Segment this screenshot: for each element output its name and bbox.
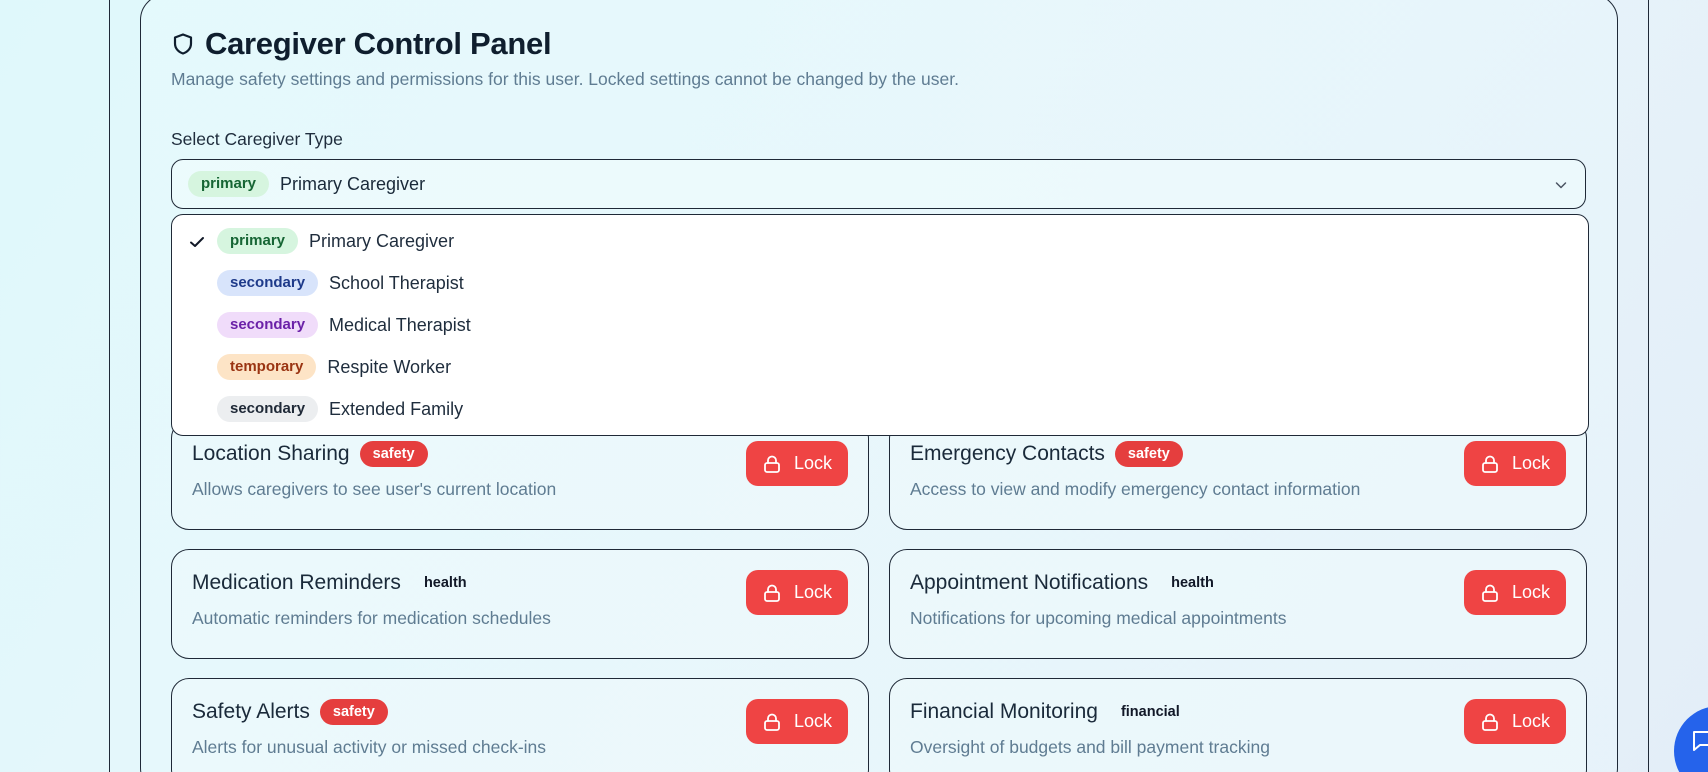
setting-card-emergency-contacts: Emergency Contacts safety Access to view… (889, 420, 1587, 530)
lock-button-label: Lock (1511, 453, 1551, 473)
lock-button[interactable]: Lock (746, 441, 848, 486)
option-badge: temporary (217, 354, 317, 380)
caregiver-type-dropdown: primary Primary Caregiver secondary Scho… (171, 214, 1589, 436)
setting-description: Notifications for upcoming medical appoi… (910, 608, 1287, 628)
option-extended-family[interactable]: secondary Extended Family (217, 396, 463, 422)
setting-description: Alerts for unusual activity or missed ch… (192, 737, 547, 757)
setting-title: Safety Alerts (192, 700, 310, 723)
lock-icon (1482, 455, 1498, 473)
category-tag: safety (1114, 441, 1183, 467)
lock-icon (764, 455, 780, 473)
lock-button-label: Lock (1511, 711, 1551, 731)
setting-title: Appointment Notifications (910, 571, 1149, 594)
setting-title: Location Sharing (192, 442, 350, 465)
selected-caregiver-value: Primary Caregiver (280, 173, 426, 194)
lock-button-label: Lock (793, 711, 833, 731)
setting-card-location-sharing: Location Sharing safety Allows caregiver… (171, 420, 869, 530)
page-title: Caregiver Control Panel (205, 26, 552, 61)
lock-button[interactable]: Lock (746, 570, 848, 615)
chat-button[interactable] (1674, 706, 1708, 772)
lock-button-label: Lock (793, 453, 833, 473)
option-label: Extended Family (329, 398, 464, 419)
option-label: Primary Caregiver (309, 230, 455, 251)
lock-button[interactable]: Lock (1464, 441, 1566, 486)
option-primary-caregiver[interactable]: primary Primary Caregiver (217, 228, 454, 254)
lock-button[interactable]: Lock (746, 699, 848, 744)
setting-card-appointment-notifications: Appointment Notifications health Notific… (889, 549, 1587, 659)
setting-description: Access to view and modify emergency cont… (910, 479, 1361, 499)
lock-button[interactable]: Lock (1464, 570, 1566, 615)
category-tag: safety (359, 441, 428, 467)
page-subtitle: Manage safety settings and permissions f… (171, 69, 959, 89)
page-header: Caregiver Control Panel (171, 26, 552, 62)
category-tag: health (1171, 575, 1214, 591)
lock-button-label: Lock (793, 582, 833, 602)
check-icon (190, 237, 204, 247)
category-tag: safety (319, 699, 388, 725)
option-respite-worker[interactable]: temporary Respite Worker (217, 354, 451, 380)
setting-card-safety-alerts: Safety Alerts safety Alerts for unusual … (171, 678, 869, 772)
option-label: School Therapist (329, 272, 464, 293)
category-tag: health (423, 575, 467, 591)
setting-card-financial-monitoring: Financial Monitoring financial Oversight… (889, 678, 1587, 772)
option-label: Medical Therapist (329, 314, 471, 335)
caregiver-type-select[interactable]: primary Primary Caregiver (171, 159, 1586, 209)
selected-role-badge: primary (188, 171, 270, 197)
option-medical-therapist[interactable]: secondary Medical Therapist (217, 312, 471, 338)
caregiver-type-label: Select Caregiver Type (171, 129, 343, 149)
setting-title: Financial Monitoring (910, 700, 1098, 723)
option-school-therapist[interactable]: secondary School Therapist (217, 270, 464, 296)
lock-icon (1482, 584, 1498, 602)
chat-icon (1693, 731, 1708, 751)
option-badge: secondary (217, 396, 319, 422)
chevron-down-icon (1555, 182, 1567, 189)
setting-title: Medication Reminders (192, 571, 401, 594)
option-badge: secondary (217, 312, 319, 338)
setting-description: Oversight of budgets and bill payment tr… (910, 737, 1270, 757)
option-badge: primary (217, 228, 299, 254)
lock-icon (1482, 713, 1498, 731)
lock-icon (764, 584, 780, 602)
setting-card-medication-reminders: Medication Reminders health Automatic re… (171, 549, 869, 659)
lock-button-label: Lock (1511, 582, 1551, 602)
shield-icon (173, 33, 193, 55)
lock-icon (764, 713, 780, 731)
option-badge: secondary (217, 270, 319, 296)
category-tag: financial (1120, 704, 1180, 720)
setting-description: Automatic reminders for medication sched… (192, 608, 551, 628)
setting-title: Emergency Contacts (910, 442, 1105, 465)
lock-button[interactable]: Lock (1464, 699, 1566, 744)
setting-description: Allows caregivers to see user's current … (192, 479, 557, 499)
option-label: Respite Worker (327, 356, 452, 377)
